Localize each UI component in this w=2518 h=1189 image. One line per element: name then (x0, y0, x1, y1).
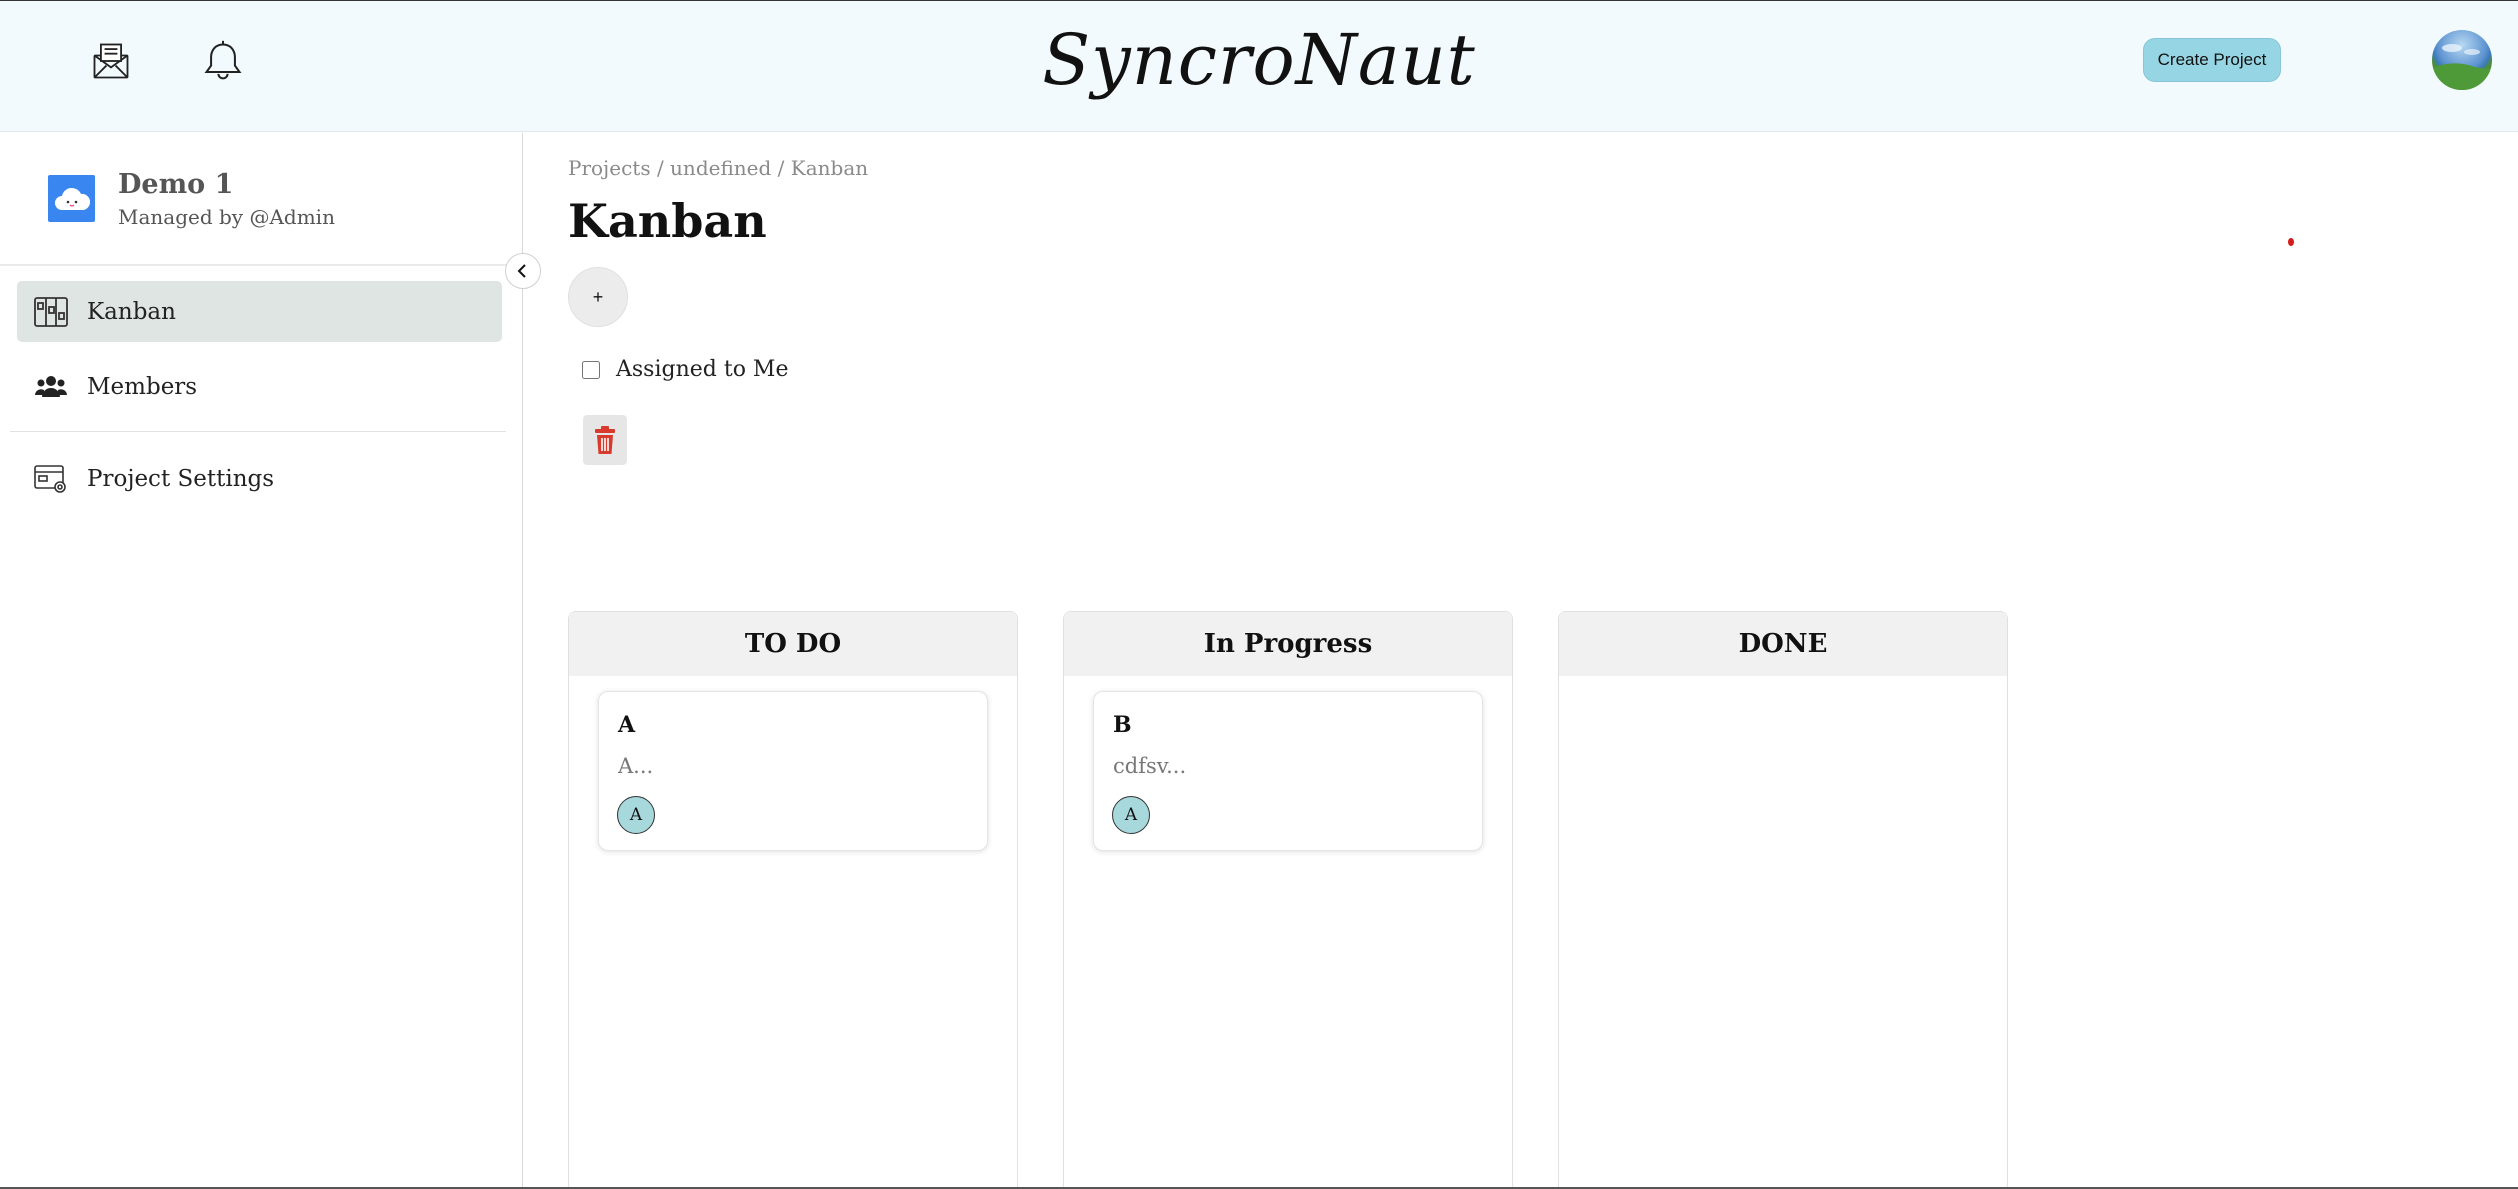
sidebar-item-label: Members (87, 373, 198, 400)
task-card[interactable]: A A... A (598, 691, 988, 851)
board-column-done: DONE (1558, 611, 2008, 1189)
column-title: TO DO (569, 612, 1017, 676)
card-description: A... (618, 754, 654, 778)
chevron-left-icon (517, 264, 526, 278)
kanban-board-icon (31, 292, 71, 332)
create-project-button[interactable]: Create Project (2143, 38, 2281, 82)
delete-button[interactable] (583, 415, 627, 465)
sidebar-item-kanban[interactable]: Kanban (17, 281, 502, 342)
assigned-filter: Assigned to Me (582, 357, 788, 382)
add-task-button[interactable]: + (568, 267, 628, 327)
trash-icon (595, 426, 615, 454)
assignee-avatar: A (1112, 796, 1150, 834)
collapse-sidebar-button[interactable] (505, 253, 541, 289)
card-title: B (1113, 712, 1132, 738)
assignee-avatar: A (617, 796, 655, 834)
sidebar: Demo 1 Managed by @Admin Kanban Members … (0, 133, 541, 1189)
board-column-in-progress: In Progress B cdfsv... A (1063, 611, 1513, 1189)
user-avatar[interactable] (2432, 30, 2492, 90)
project-name: Demo 1 (118, 169, 234, 200)
sidebar-item-label: Kanban (87, 298, 176, 325)
breadcrumb: Projects / undefined / Kanban (568, 156, 869, 180)
card-description: cdfsv... (1113, 754, 1187, 778)
sidebar-divider (10, 431, 506, 432)
assigned-to-me-checkbox[interactable] (582, 360, 600, 379)
sidebar-item-label: Project Settings (87, 465, 275, 492)
sidebar-item-project-settings[interactable]: Project Settings (17, 448, 502, 509)
assigned-to-me-label[interactable]: Assigned to Me (616, 357, 788, 382)
top-header: SyncroNaut Create Project (0, 0, 2518, 132)
settings-window-icon (31, 459, 71, 499)
page-title: Kanban (568, 194, 767, 248)
project-logo (48, 175, 95, 222)
task-card[interactable]: B cdfsv... A (1093, 691, 1483, 851)
column-title: In Progress (1064, 612, 1512, 676)
app-logo[interactable]: SyncroNaut (0, 19, 2518, 101)
column-title: DONE (1559, 612, 2007, 676)
card-title: A (618, 712, 636, 738)
cloud-icon (54, 187, 90, 210)
sidebar-divider (0, 264, 523, 266)
board-column-todo: TO DO A A... A (568, 611, 1018, 1189)
users-icon (31, 367, 71, 407)
project-manager: Managed by @Admin (118, 205, 335, 229)
sidebar-item-members[interactable]: Members (17, 356, 502, 417)
indicator-dot (2288, 238, 2294, 246)
